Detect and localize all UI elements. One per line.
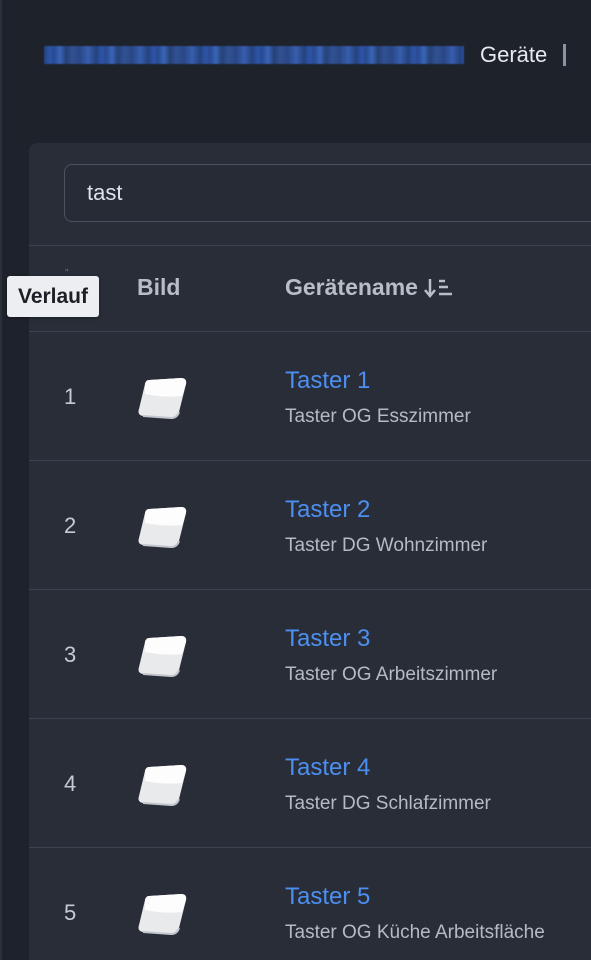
table-row[interactable]: 5 Taster 5 Taster OG Küche Arbeitsfläche xyxy=(29,848,591,960)
search-input[interactable] xyxy=(85,179,589,207)
device-description: Taster DG Wohnzimmer xyxy=(285,535,488,556)
button-device-icon xyxy=(135,761,191,809)
sort-descending-icon[interactable] xyxy=(424,276,454,300)
column-header-image-label: Bild xyxy=(137,274,181,300)
row-index: 4 xyxy=(64,770,77,796)
button-device-icon xyxy=(135,890,191,938)
device-name-link[interactable]: Taster 2 xyxy=(285,496,370,524)
redacted-breadcrumb-link[interactable] xyxy=(44,46,464,64)
device-description: Taster OG Arbeitszimmer xyxy=(285,664,498,685)
device-description: Taster OG Küche Arbeitsfläche xyxy=(285,922,545,943)
row-index: 5 xyxy=(64,899,77,925)
breadcrumb-separator xyxy=(563,44,567,66)
device-name-link[interactable]: Taster 4 xyxy=(285,754,370,782)
row-index: 1 xyxy=(64,383,77,409)
tooltip-text: Verlauf xyxy=(17,284,89,308)
column-header-name-label: Gerätename xyxy=(285,274,418,300)
left-rail xyxy=(0,0,2,960)
page: Geräte Bild Gerätename 1Taster 1Ta xyxy=(0,0,591,960)
breadcrumb: Geräte xyxy=(44,38,567,72)
button-device-icon xyxy=(135,503,191,551)
device-name-link[interactable]: Taster 1 xyxy=(285,367,370,395)
search-box[interactable] xyxy=(64,164,591,222)
column-header-name[interactable]: Gerätename xyxy=(285,274,454,301)
device-description: Taster OG Esszimmer xyxy=(285,406,471,427)
row-index: 2 xyxy=(64,512,77,538)
table-row[interactable]: 3 Taster 3 Taster OG Arbeitszimmer xyxy=(29,590,591,719)
breadcrumb-current: Geräte xyxy=(480,42,548,67)
table-row[interactable]: 2 Taster 2 Taster DG Wohnzimmer xyxy=(29,461,591,590)
table-row[interactable]: 4 Taster 4 Taster DG Schlafzimmer xyxy=(29,719,591,848)
tooltip-history: Verlauf xyxy=(7,276,99,317)
button-device-icon xyxy=(135,374,191,422)
divider xyxy=(29,245,591,246)
device-description: Taster DG Schlafzimmer xyxy=(285,793,491,814)
device-name-link[interactable]: Taster 5 xyxy=(285,883,370,911)
table-row[interactable]: 1 Taster 1 Taster OG Esszimmer xyxy=(29,332,591,461)
devices-card: Bild Gerätename 1 Taster 1 Taster OG Esszi… xyxy=(29,143,591,960)
button-device-icon xyxy=(135,632,191,680)
row-index: 3 xyxy=(64,641,77,667)
device-name-link[interactable]: Taster 3 xyxy=(285,625,370,653)
column-header-image[interactable]: Bild xyxy=(137,274,180,301)
